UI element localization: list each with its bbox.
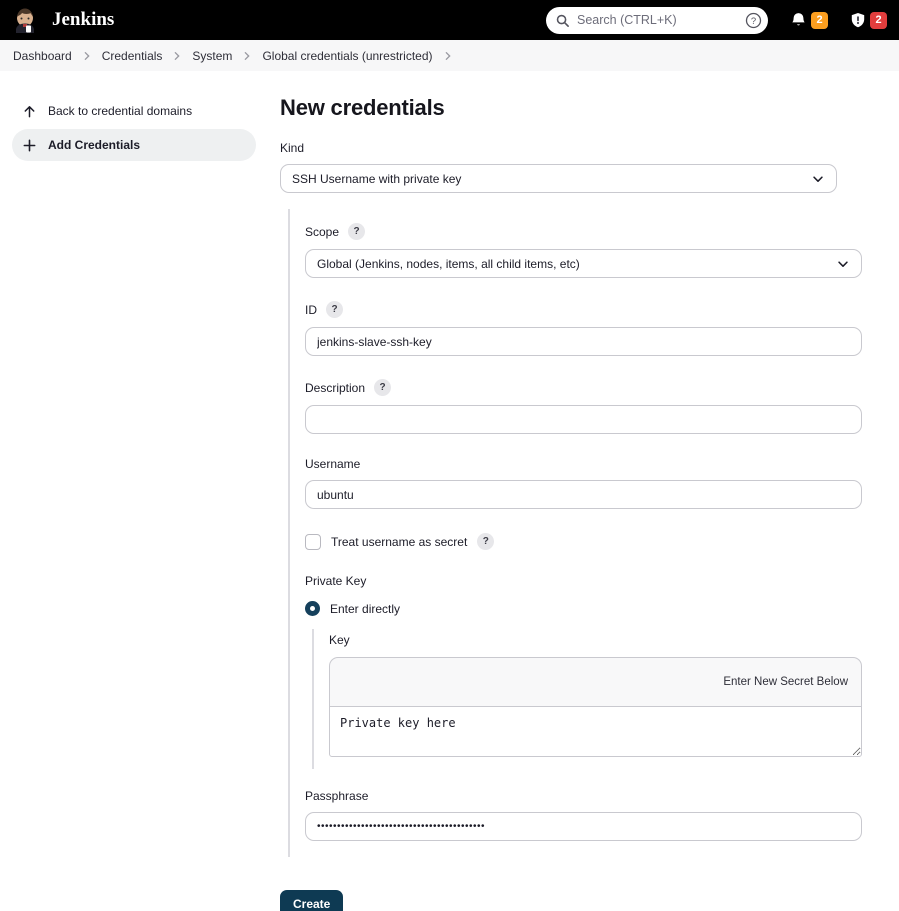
private-key-label: Private Key — [305, 574, 366, 588]
username-label: Username — [305, 457, 360, 471]
breadcrumb-credentials[interactable]: Credentials — [102, 49, 163, 63]
description-help-icon[interactable]: ? — [374, 379, 391, 396]
app-title[interactable]: Jenkins — [52, 9, 114, 31]
breadcrumb-system[interactable]: System — [192, 49, 232, 63]
secret-banner-text: Enter New Secret Below — [723, 676, 848, 688]
kind-select[interactable]: SSH Username with private key — [280, 164, 837, 193]
key-label: Key — [329, 633, 350, 647]
treat-username-as-secret-checkbox[interactable] — [305, 534, 321, 550]
new-credentials-form: New credentials Kind SSH Username with p… — [280, 95, 862, 911]
security-count-badge[interactable]: 2 — [870, 12, 887, 29]
id-help-icon[interactable]: ? — [326, 301, 343, 318]
scope-select-value: Global (Jenkins, nodes, items, all child… — [317, 257, 580, 271]
kind-select-value: SSH Username with private key — [292, 172, 461, 186]
private-key-entry-subsection: Key Enter New Secret Below Private key h… — [312, 629, 862, 769]
scope-select[interactable]: Global (Jenkins, nodes, items, all child… — [305, 249, 862, 278]
page-title: New credentials — [280, 95, 862, 121]
scope-help-icon[interactable]: ? — [348, 223, 365, 240]
breadcrumb-global-credentials[interactable]: Global credentials (unrestricted) — [262, 49, 432, 63]
private-key-textarea[interactable]: Private key here — [329, 706, 862, 757]
notifications-bell-icon[interactable] — [790, 12, 807, 29]
search-icon — [555, 13, 570, 28]
ssh-credentials-section: Scope ? Global (Jenkins, nodes, items, a… — [288, 209, 862, 857]
chevron-right-icon — [172, 51, 182, 61]
secret-banner: Enter New Secret Below — [329, 657, 862, 706]
search-input[interactable] — [577, 13, 738, 27]
id-label: ID — [305, 303, 317, 317]
chevron-right-icon — [82, 51, 92, 61]
search-bar[interactable]: ? — [546, 7, 768, 34]
notifications-count-badge[interactable]: 2 — [811, 12, 828, 29]
chevron-right-icon — [242, 51, 252, 61]
breadcrumb-dashboard[interactable]: Dashboard — [13, 49, 72, 63]
plus-icon — [22, 138, 37, 153]
jenkins-logo-icon[interactable] — [12, 7, 38, 33]
arrow-up-icon — [22, 104, 37, 119]
sidebar: Back to credential domains Add Credentia… — [0, 95, 256, 911]
security-shield-icon[interactable] — [850, 12, 866, 29]
treat-username-as-secret-label: Treat username as secret — [331, 535, 467, 549]
create-button[interactable]: Create — [280, 890, 343, 911]
chevron-down-icon — [811, 172, 825, 186]
passphrase-input[interactable] — [305, 812, 862, 841]
breadcrumb: Dashboard Credentials System Global cred… — [0, 40, 899, 71]
search-help-icon[interactable]: ? — [745, 12, 762, 29]
sidebar-item-label: Add Credentials — [48, 138, 140, 152]
chevron-down-icon — [836, 257, 850, 271]
treat-username-as-secret-help-icon[interactable]: ? — [477, 533, 494, 550]
passphrase-label: Passphrase — [305, 789, 368, 803]
description-label: Description — [305, 381, 365, 395]
username-input[interactable] — [305, 480, 862, 509]
sidebar-item-label: Back to credential domains — [48, 104, 192, 118]
sidebar-item-back-to-credential-domains[interactable]: Back to credential domains — [12, 95, 256, 127]
chevron-right-icon[interactable] — [443, 51, 453, 61]
enter-directly-label: Enter directly — [330, 602, 400, 616]
scope-label: Scope — [305, 225, 339, 239]
id-input[interactable] — [305, 327, 862, 356]
kind-label: Kind — [280, 141, 304, 155]
enter-directly-radio[interactable] — [305, 601, 320, 616]
top-header: Jenkins ? 2 — [0, 0, 899, 40]
svg-text:?: ? — [751, 16, 756, 27]
description-input[interactable] — [305, 405, 862, 434]
sidebar-item-add-credentials[interactable]: Add Credentials — [12, 129, 256, 161]
